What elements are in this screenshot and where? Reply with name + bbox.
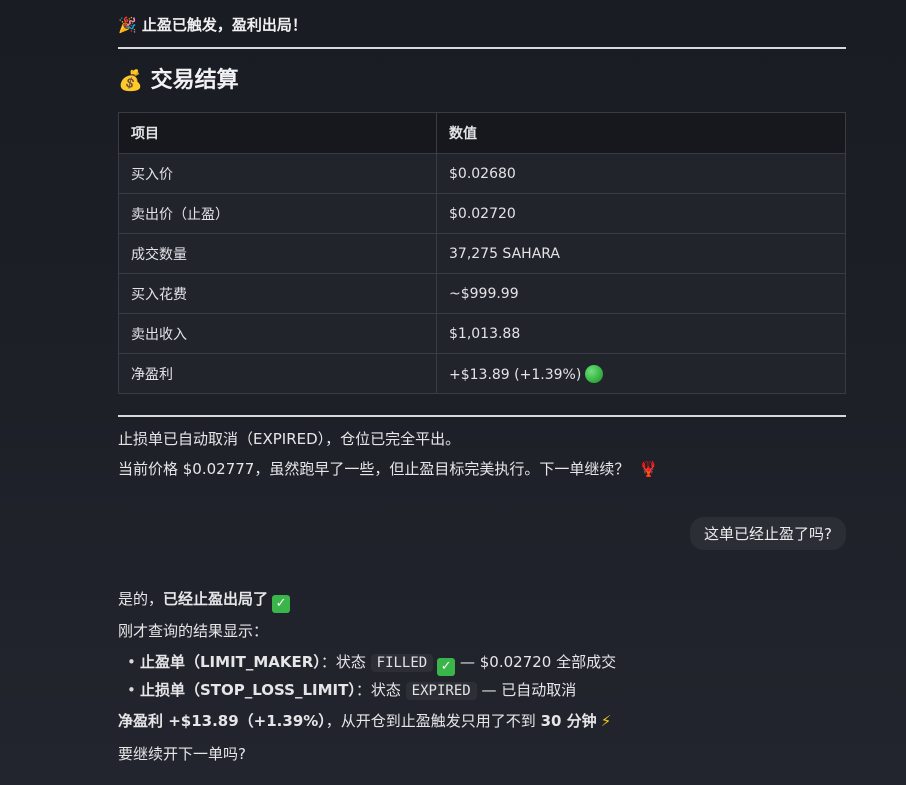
settlement-table: 项目 数值 买入价 $0.02680 卖出价（止盈） $0.02720 成交数量… [118, 112, 846, 394]
money-bag-icon: 💰 [118, 68, 143, 92]
order-name: 止损单（STOP_LOSS_LIMIT） [140, 681, 356, 699]
profit-bold: 净盈利 +$13.89（+1.39%） [118, 712, 326, 730]
row-label: 买入花费 [118, 273, 437, 314]
row-value: ~$999.99 [436, 273, 846, 314]
row-value: +$13.89 (+1.39%) [449, 366, 582, 383]
row-value: $0.02720 [436, 193, 846, 234]
row-value: $1,013.88 [436, 313, 846, 354]
row-label: 成交数量 [118, 233, 437, 274]
status-text: 止盈已触发，盈利出局！ [141, 16, 307, 34]
column-header: 数值 [436, 112, 846, 154]
row-label: 卖出价（止盈） [118, 193, 437, 234]
status-tail: — $0.02720 全部成交 [460, 653, 617, 671]
lightning-icon: ⚡ [600, 712, 612, 730]
divider [118, 47, 846, 49]
green-circle-icon [585, 364, 604, 383]
profit-line: 净盈利 +$13.89（+1.39%），从开仓到止盈触发只用了不到 30 分钟 ⚡ [118, 710, 611, 731]
assistant-status-line: 🎉 止盈已触发，盈利出局！ [118, 14, 307, 35]
check-mark-icon: ✓ [437, 658, 456, 676]
check-mark-icon: ✓ [272, 595, 291, 613]
row-label: 卖出收入 [118, 313, 437, 354]
status-label: ：状态 [320, 653, 366, 671]
order-status-list: 止盈单（LIMIT_MAKER）：状态 FILLED✓ — $0.02720 全… [118, 650, 616, 706]
paragraph: 止损单已自动取消（EXPIRED），仓位已完全平出。 [118, 430, 461, 448]
closing-question: 要继续开下一单吗? [118, 745, 246, 763]
reply-intro: 是的，已经止盈出局了 ✓ [118, 588, 291, 613]
reply-intro-bold: 已经止盈出局了 [163, 590, 269, 608]
list-item: 止盈单（LIMIT_MAKER）：状态 FILLED✓ — $0.02720 全… [127, 650, 617, 678]
list-item: 止损单（STOP_LOSS_LIMIT）：状态 EXPIRED — 已自动取消 [127, 678, 616, 706]
section-title: 交易结算 [150, 68, 239, 93]
status-label: ：状态 [355, 681, 401, 699]
table-row: 成交数量 37,275 SAHARA [118, 233, 846, 274]
section-heading: 💰 交易结算 [118, 62, 239, 94]
table-header-row: 项目 数值 [118, 112, 846, 154]
table-row: 卖出收入 $1,013.88 [118, 313, 846, 354]
column-header: 项目 [118, 112, 437, 154]
status-tail: — 已自动取消 [481, 681, 577, 699]
party-popper-icon: 🎉 [118, 16, 137, 34]
status-code: FILLED [370, 654, 434, 672]
status-code: EXPIRED [405, 682, 477, 700]
table-row: 净盈利 +$13.89 (+1.39%) [118, 353, 846, 394]
lobster-icon: 🦞 [639, 460, 659, 478]
profit-time: 30 分钟 [540, 712, 597, 730]
query-line: 刚才查询的结果显示： [118, 622, 269, 640]
profit-mid: ，从开仓到止盈触发只用了不到 [325, 712, 541, 730]
row-value: $0.02680 [436, 153, 846, 194]
divider [118, 415, 846, 417]
net-profit-cell: +$13.89 (+1.39%) [436, 353, 846, 394]
table-row: 买入价 $0.02680 [118, 153, 846, 194]
reply-intro-prefix: 是的， [118, 590, 164, 608]
paragraph-text: 当前价格 $0.02777，虽然跑早了一些，但止盈目标完美执行。下一单继续？ [118, 460, 630, 478]
table-row: 卖出价（止盈） $0.02720 [118, 193, 846, 234]
row-value: 37,275 SAHARA [436, 233, 846, 274]
row-label: 买入价 [118, 153, 437, 194]
user-message-bubble: 这单已经止盈了吗? [690, 517, 846, 550]
row-label: 净盈利 [118, 353, 437, 394]
paragraph-with-icon: 当前价格 $0.02777，虽然跑早了一些，但止盈目标完美执行。下一单继续？ 🦞 [118, 458, 658, 479]
order-name: 止盈单（LIMIT_MAKER） [140, 653, 321, 671]
table-row: 买入花费 ~$999.99 [118, 273, 846, 314]
